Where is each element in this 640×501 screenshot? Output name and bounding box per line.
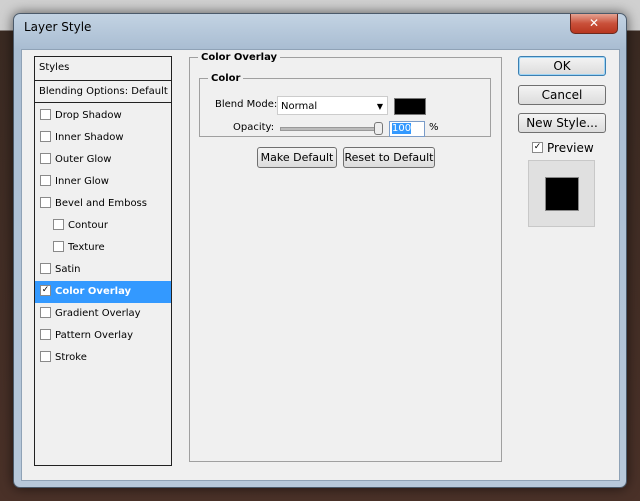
checkbox-icon[interactable] (53, 218, 64, 230)
style-item-label: Inner Glow (55, 176, 109, 187)
style-item-satin[interactable]: Satin (35, 259, 171, 281)
color-group-title: Color (211, 73, 241, 84)
layer-style-dialog: Layer Style ✕ Styles Blending Options: D… (13, 13, 627, 488)
checkbox-icon: ✓ (532, 142, 543, 153)
style-item-label: Stroke (55, 352, 87, 363)
style-item-label: Gradient Overlay (55, 308, 141, 319)
checkbox-icon[interactable] (40, 130, 51, 142)
opacity-value: 100 (392, 123, 412, 134)
style-item-pattern-overlay[interactable]: Pattern Overlay (35, 325, 171, 347)
style-item-label: Color Overlay (55, 286, 132, 297)
color-overlay-group: Color Overlay Color Blend Mode: Normal ▼… (189, 52, 502, 462)
checkbox-icon[interactable] (40, 350, 51, 362)
checkbox-icon[interactable] (40, 174, 51, 186)
percent-label: % (429, 122, 439, 133)
opacity-label: Opacity: (233, 122, 275, 133)
style-item-label: Contour (68, 220, 108, 231)
dialog-body: Styles Blending Options: Default Drop Sh… (21, 49, 620, 481)
style-item-bevel-and-emboss[interactable]: Bevel and Emboss (35, 193, 171, 215)
style-item-drop-shadow[interactable]: Drop Shadow (35, 105, 171, 127)
style-item-label: Outer Glow (55, 154, 112, 165)
styles-header[interactable]: Styles (35, 57, 171, 81)
style-item-stroke[interactable]: Stroke (35, 347, 171, 369)
overlay-color-swatch[interactable] (394, 98, 426, 115)
checkbox-icon[interactable] (53, 240, 64, 252)
new-style-button[interactable]: New Style... (518, 113, 606, 133)
checkbox-icon[interactable] (40, 306, 51, 318)
checkbox-icon[interactable] (40, 328, 51, 340)
color-overlay-title: Color Overlay (201, 52, 278, 63)
style-item-inner-glow[interactable]: Inner Glow (35, 171, 171, 193)
checkbox-icon[interactable] (40, 196, 51, 208)
close-button[interactable]: ✕ (570, 14, 618, 34)
style-item-gradient-overlay[interactable]: Gradient Overlay (35, 303, 171, 325)
blending-options[interactable]: Blending Options: Default (35, 81, 171, 103)
style-item-contour[interactable]: Contour (35, 215, 171, 237)
style-item-label: Inner Shadow (55, 132, 124, 143)
styles-list: Styles Blending Options: Default Drop Sh… (34, 56, 172, 466)
checkbox-icon[interactable]: ✓ (40, 284, 51, 296)
make-default-button[interactable]: Make Default (257, 147, 337, 168)
opacity-slider-thumb[interactable] (374, 122, 383, 135)
style-item-label: Pattern Overlay (55, 330, 134, 341)
dialog-title: Layer Style (24, 20, 92, 34)
preview-thumbnail (528, 160, 595, 227)
style-item-label: Drop Shadow (55, 110, 122, 121)
preview-swatch (545, 177, 579, 211)
ok-button[interactable]: OK (518, 56, 606, 76)
preview-checkbox[interactable]: ✓ Preview (532, 141, 594, 155)
style-item-label: Satin (55, 264, 81, 275)
style-item-inner-shadow[interactable]: Inner Shadow (35, 127, 171, 149)
checkbox-icon[interactable] (40, 262, 51, 274)
preview-label: Preview (547, 141, 594, 155)
style-item-label: Bevel and Emboss (55, 198, 147, 209)
style-item-label: Texture (68, 242, 105, 253)
blend-mode-label: Blend Mode: (215, 99, 278, 110)
checkbox-icon[interactable] (40, 152, 51, 164)
style-item-color-overlay[interactable]: ✓ Color Overlay (35, 281, 171, 303)
reset-to-default-button[interactable]: Reset to Default (343, 147, 435, 168)
style-item-texture[interactable]: Texture (35, 237, 171, 259)
style-item-outer-glow[interactable]: Outer Glow (35, 149, 171, 171)
blend-mode-value: Normal (281, 101, 318, 112)
cancel-button[interactable]: Cancel (518, 85, 606, 105)
opacity-slider[interactable] (280, 122, 383, 135)
checkbox-icon[interactable] (40, 108, 51, 120)
blend-mode-select[interactable]: Normal ▼ (277, 96, 388, 115)
color-group: Color Blend Mode: Normal ▼ Opacity: 100 … (199, 73, 491, 137)
opacity-input[interactable]: 100 (389, 121, 425, 137)
chevron-down-icon: ▼ (376, 102, 383, 111)
